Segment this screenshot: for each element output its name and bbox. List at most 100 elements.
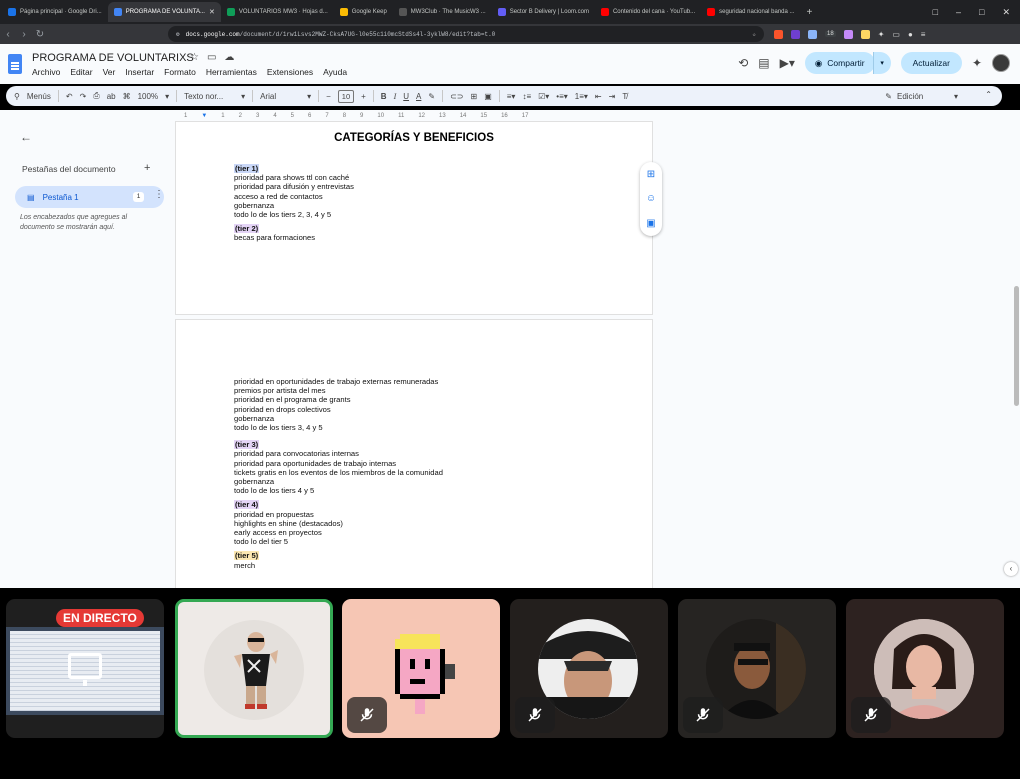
search-icon[interactable]: ⚲ <box>14 92 20 101</box>
add-tab-icon[interactable]: + <box>144 162 150 174</box>
menus-search[interactable]: Menús <box>27 92 51 101</box>
document-tab-item[interactable]: ▤ Pestaña 1 1 ⋮ <box>15 186 164 208</box>
checklist-icon[interactable]: ☑▾ <box>538 92 549 101</box>
history-icon[interactable]: ⟲ <box>738 56 748 70</box>
editing-mode-select[interactable]: ✎ Edición ▾ <box>885 86 958 106</box>
redo-icon[interactable]: ↷ <box>80 92 87 101</box>
line-spacing-icon[interactable]: ↕≡ <box>522 92 531 101</box>
gemini-icon[interactable]: ✦ <box>972 56 982 70</box>
add-comment-icon[interactable]: ⊞ <box>470 92 477 101</box>
menu-formato[interactable]: Formato <box>164 67 196 77</box>
site-info-icon[interactable]: ⚙ <box>176 31 180 38</box>
browser-tab[interactable]: Contenido del cana · YouTub... <box>595 2 701 22</box>
brave-icon[interactable] <box>774 29 783 39</box>
extensions-puzzle-icon[interactable]: ✦ <box>878 30 885 39</box>
participant-tile-speaking[interactable] <box>175 599 333 738</box>
italic-icon[interactable]: I <box>394 92 397 101</box>
style-select[interactable]: Texto nor... <box>184 92 234 101</box>
extension-icon[interactable] <box>860 29 870 39</box>
participant-tile[interactable] <box>342 599 500 738</box>
menu-insertar[interactable]: Insertar <box>125 67 154 77</box>
highlight-icon[interactable]: ✎ <box>428 92 435 101</box>
document-title[interactable]: PROGRAMA DE VOLUNTARIXS <box>32 52 194 64</box>
paint-format-icon[interactable]: ⌘ <box>123 92 131 101</box>
new-tab-button[interactable]: + <box>801 2 819 22</box>
update-button[interactable]: Actualizar <box>900 52 962 74</box>
back-arrow-icon[interactable]: ← <box>20 130 32 144</box>
vertical-scrollbar[interactable] <box>1014 286 1019 406</box>
undo-icon[interactable]: ↶ <box>66 92 73 101</box>
document-page[interactable]: CATEGORÍAS Y BENEFICIOS (tier 1) priorid… <box>176 122 652 314</box>
font-size-input[interactable]: 10 <box>337 89 355 103</box>
participant-tile[interactable] <box>510 599 668 738</box>
print-icon[interactable]: ⎙ <box>93 91 99 101</box>
clear-formatting-icon[interactable]: T̸ <box>622 92 627 101</box>
star-icon[interactable]: ☆ <box>190 52 199 63</box>
browser-tab[interactable]: Página principal · Google Dri... <box>2 2 108 22</box>
close-tab-icon[interactable]: ✕ <box>209 8 215 16</box>
align-icon[interactable]: ≡▾ <box>507 92 516 101</box>
profile-icon[interactable]: ● <box>908 30 913 39</box>
more-vert-icon[interactable]: ⋮ <box>154 189 164 200</box>
browser-tab[interactable]: Sector B Delivery | Loom.com <box>492 2 595 22</box>
meet-icon[interactable]: ▶▾ <box>780 56 795 70</box>
browser-tab-active[interactable]: PROGRAMA DE VOLUNTA... ✕ <box>107 2 221 22</box>
bookmark-star-icon[interactable]: ☆ <box>752 31 756 38</box>
increase-indent-icon[interactable]: ⇥ <box>609 92 616 101</box>
decrease-size-icon[interactable]: − <box>326 92 331 101</box>
font-select[interactable]: Arial <box>260 92 300 101</box>
cloud-status-icon[interactable]: ☁ <box>224 52 234 63</box>
chevron-down-icon[interactable]: ▾ <box>165 92 169 101</box>
extension-icon[interactable] <box>843 29 853 39</box>
share-button[interactable]: ◉ Compartir <box>804 52 875 74</box>
extension-icon[interactable] <box>808 29 817 39</box>
menu-herramientas[interactable]: Herramientas <box>206 67 257 77</box>
minimize-icon[interactable]: – <box>956 7 961 17</box>
text-color-icon[interactable]: A <box>416 92 421 101</box>
comments-icon[interactable]: ▤ <box>758 56 769 70</box>
move-folder-icon[interactable]: ▭ <box>207 52 216 63</box>
account-avatar[interactable] <box>992 54 1010 72</box>
screen-share-tile[interactable]: EN DIRECTO <box>6 599 164 738</box>
chevron-down-icon[interactable]: ▾ <box>241 92 245 101</box>
browser-tab[interactable]: seguridad nacional banda ... <box>701 2 800 22</box>
browser-menu-icon[interactable]: ≡ <box>921 30 926 39</box>
extension-icon[interactable] <box>791 29 800 39</box>
tab-search-icon[interactable]: □ <box>933 7 938 17</box>
underline-icon[interactable]: U <box>403 92 409 101</box>
document-page[interactable]: prioridad en oportunidades de trabajo ex… <box>176 320 652 588</box>
back-icon[interactable]: ‹ <box>0 29 16 40</box>
share-dropdown-icon[interactable]: ▾ <box>872 52 891 74</box>
emoji-reaction-icon[interactable]: ☺ <box>646 193 656 204</box>
collapse-toolbar-icon[interactable]: ⌃ <box>985 90 992 99</box>
chevron-left-icon[interactable]: ‹ <box>1004 562 1018 576</box>
sidebar-icon[interactable]: ▭ <box>892 30 900 39</box>
spellcheck-icon[interactable]: ab <box>107 92 116 101</box>
participant-tile[interactable] <box>678 599 836 738</box>
close-window-icon[interactable]: ✕ <box>1002 7 1010 18</box>
browser-tab[interactable]: Google Keep <box>334 2 393 22</box>
url-input[interactable]: ⚙ docs.google.com/document/d/1rw1Lsvs2MW… <box>168 26 764 42</box>
indent-marker-icon[interactable]: ▼ <box>201 113 207 119</box>
numbered-list-icon[interactable]: 1≡▾ <box>575 92 588 101</box>
participant-tile[interactable] <box>846 599 1004 738</box>
link-icon[interactable]: ⊂⊃ <box>450 92 463 101</box>
increase-size-icon[interactable]: + <box>361 92 366 101</box>
forward-icon[interactable]: › <box>16 29 32 40</box>
browser-tab[interactable]: MW3Club · The MusicW3 ... <box>393 2 492 22</box>
menu-extensiones[interactable]: Extensiones <box>267 67 313 77</box>
zoom-select[interactable]: 100% <box>138 92 158 101</box>
chevron-down-icon[interactable]: ▾ <box>307 92 311 101</box>
reload-icon[interactable]: ↻ <box>32 29 48 40</box>
decrease-indent-icon[interactable]: ⇤ <box>595 92 602 101</box>
menu-editar[interactable]: Editar <box>70 67 92 77</box>
docs-logo-icon[interactable] <box>8 54 22 74</box>
insert-image-icon[interactable]: ▣ <box>484 92 492 101</box>
browser-tab[interactable]: VOLUNTARIOS MW3 · Hojas d... <box>221 2 334 22</box>
menu-archivo[interactable]: Archivo <box>32 67 60 77</box>
bulleted-list-icon[interactable]: •≡▾ <box>556 92 567 101</box>
suggest-edit-icon[interactable]: ▣ <box>646 218 655 229</box>
bold-icon[interactable]: B <box>381 92 387 101</box>
add-comment-icon[interactable]: ⊞ <box>647 169 655 180</box>
menu-ver[interactable]: Ver <box>103 67 116 77</box>
